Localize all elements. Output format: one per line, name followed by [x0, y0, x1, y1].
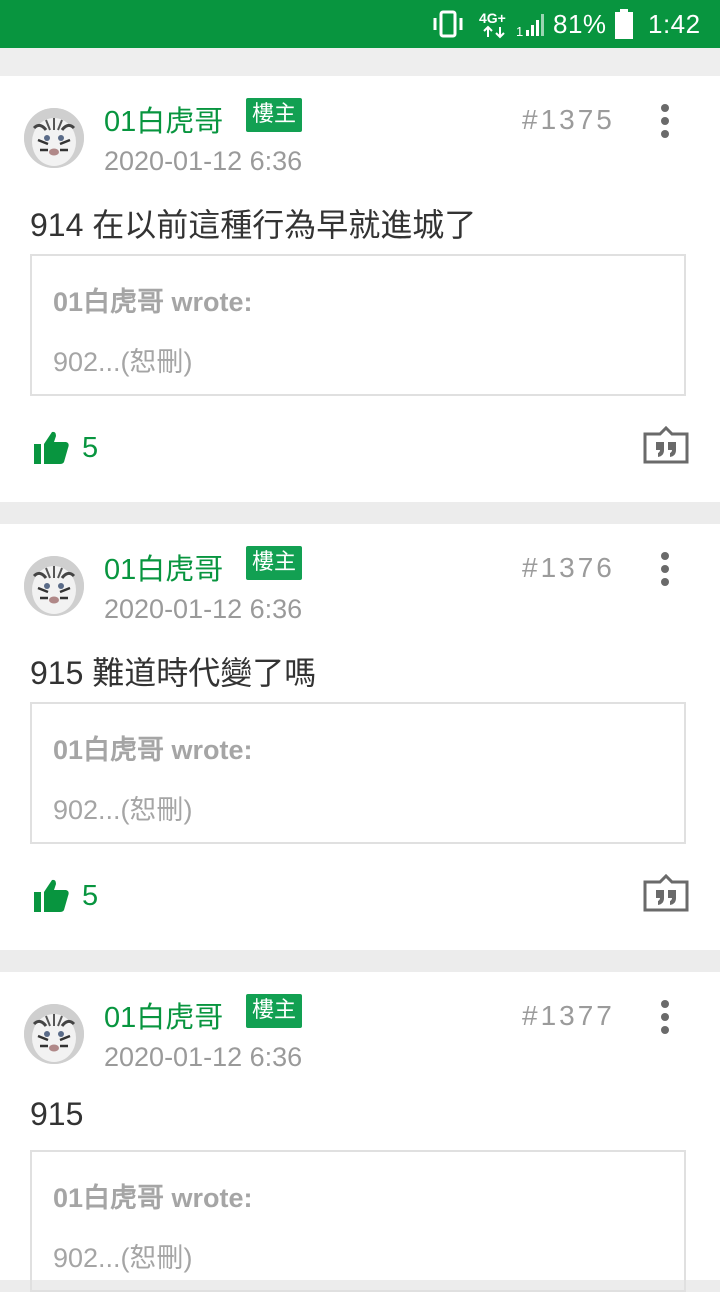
quote-text: 902...(恕刪) [53, 347, 193, 377]
quote-reply-icon[interactable] [642, 873, 690, 914]
battery-icon [614, 0, 634, 48]
author-name[interactable]: 01白虎哥 [104, 546, 223, 588]
author-name[interactable]: 01白虎哥 [104, 994, 223, 1036]
post-time: 2020-01-12 6:36 [104, 1042, 303, 1072]
post-number: #1375 [522, 104, 615, 135]
status-bar: 4G+ 1 81% 1:42 [0, 0, 720, 48]
post-card: 01白虎哥 樓主 #1376 2020-01-12 6:36 915 難道時代變… [0, 524, 720, 950]
more-options-icon[interactable] [650, 104, 680, 138]
avatar[interactable] [24, 556, 84, 616]
quote-author: 01白虎哥 wrote: [53, 1183, 253, 1213]
more-options-icon[interactable] [650, 1000, 680, 1034]
post-number: #1376 [522, 552, 615, 583]
thumbs-up-icon [34, 879, 69, 912]
post-time: 2020-01-12 6:36 [104, 594, 303, 624]
like-button[interactable]: 5 [32, 876, 98, 916]
quote-author: 01白虎哥 wrote: [53, 287, 253, 317]
quote-text: 902...(恕刪) [53, 795, 193, 825]
like-count: 5 [82, 879, 99, 912]
op-badge: 樓主 [246, 994, 303, 1028]
quote-reply-icon[interactable] [642, 425, 690, 466]
quote-text: 902...(恕刪) [53, 1243, 193, 1273]
like-count: 5 [82, 431, 99, 464]
thumbs-up-icon [34, 431, 69, 464]
post-number: #1377 [522, 1000, 615, 1031]
post-card: 01白虎哥 樓主 #1377 2020-01-12 6:36 915 01白虎哥… [0, 972, 720, 1292]
battery-percent: 81% [553, 8, 607, 39]
quote-block: 01白虎哥 wrote: 902...(恕刪) [30, 254, 686, 396]
avatar[interactable] [24, 108, 84, 168]
vibrate-icon [430, 0, 466, 48]
signal-icon: 1 [516, 0, 548, 48]
more-options-icon[interactable] [650, 552, 680, 586]
quote-author: 01白虎哥 wrote: [53, 735, 253, 765]
post-text: 915 [30, 1096, 84, 1132]
avatar[interactable] [24, 1004, 84, 1064]
quote-block: 01白虎哥 wrote: 902...(恕刪) [30, 702, 686, 844]
post-text: 915 難道時代變了嗎 [30, 655, 317, 691]
quote-block: 01白虎哥 wrote: 902...(恕刪) [30, 1150, 686, 1292]
clock: 1:42 [648, 8, 701, 39]
post-card: 01白虎哥 樓主 #1375 2020-01-12 6:36 914 在以前這種… [0, 76, 720, 502]
post-time: 2020-01-12 6:36 [104, 146, 303, 176]
network-4g-icon: 4G+ [478, 0, 514, 48]
op-badge: 樓主 [246, 98, 303, 132]
svg-text:4G+: 4G+ [479, 10, 506, 26]
svg-text:1: 1 [516, 24, 523, 38]
post-text: 914 在以前這種行為早就進城了 [30, 207, 477, 243]
top-separator [0, 48, 720, 76]
author-name[interactable]: 01白虎哥 [104, 98, 223, 140]
like-button[interactable]: 5 [32, 428, 98, 468]
op-badge: 樓主 [246, 546, 303, 580]
